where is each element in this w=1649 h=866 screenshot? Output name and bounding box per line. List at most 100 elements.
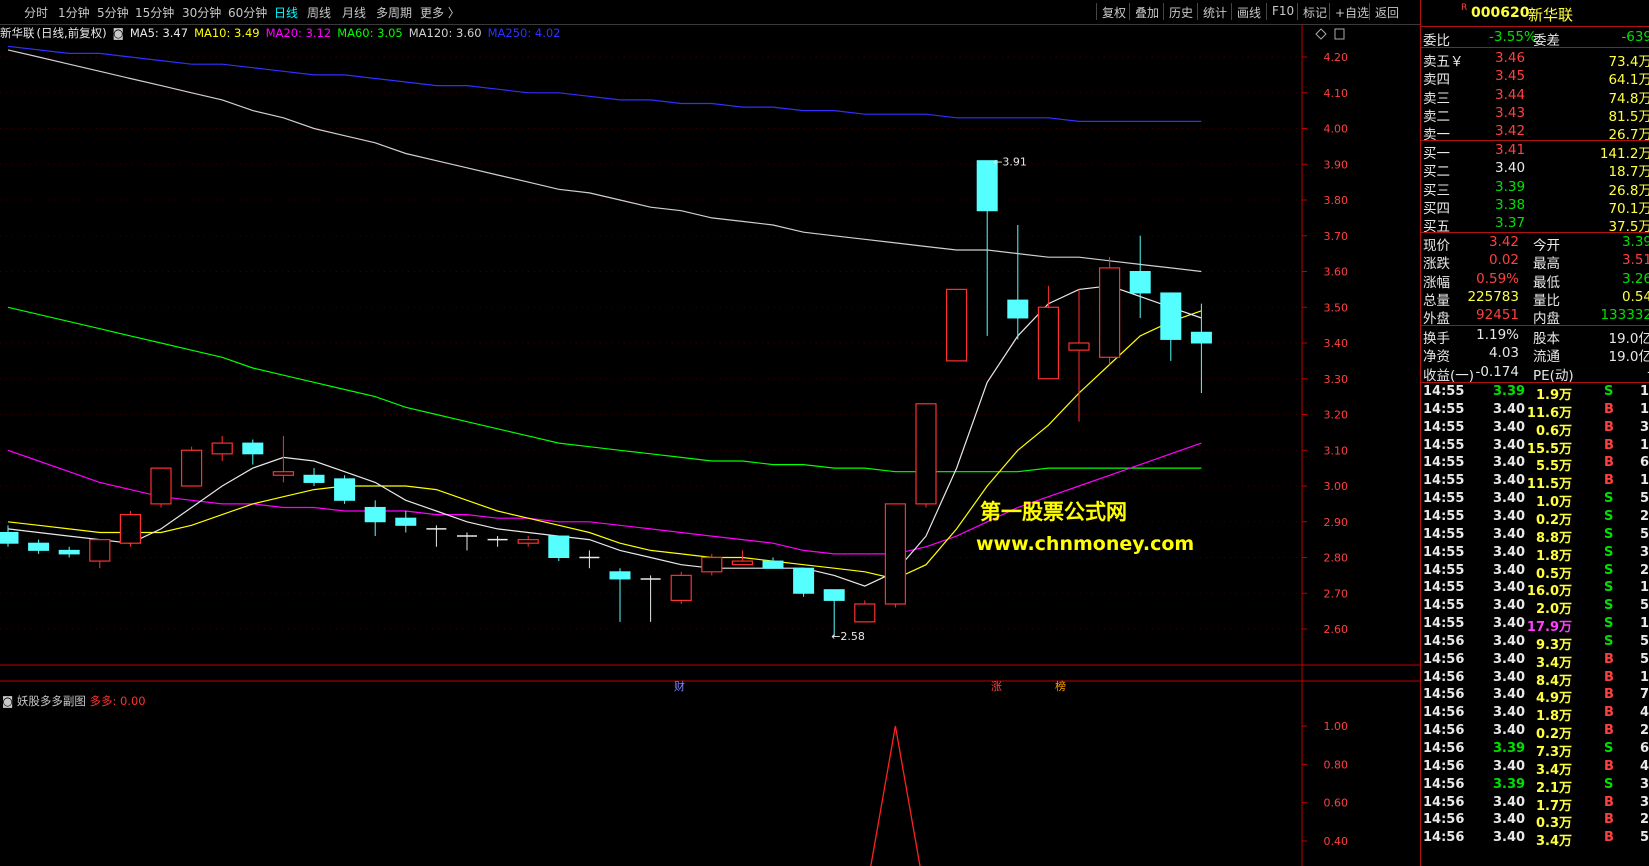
tick-volume: 11.6万 — [1526, 405, 1572, 421]
fund-value: 1.19% — [1476, 327, 1519, 343]
tick-row: 14:55 3.40 1.8万 S 3 — [1421, 544, 1649, 564]
tick-price: 3.40 — [1493, 562, 1526, 578]
stat-value: 3.51 — [1621, 252, 1649, 269]
tick-volume: 1.8万 — [1535, 709, 1572, 725]
candle-body — [1007, 299, 1029, 319]
candle-body — [1068, 342, 1090, 351]
tick-volume: 0.2万 — [1535, 727, 1572, 743]
tick-time: 14:55 — [1423, 580, 1465, 596]
price-tick-label: 3.60 — [1324, 266, 1349, 279]
quote-header: R 000620 新华联 — [1421, 0, 1649, 27]
kline-chart[interactable]: 4.20 4.10 4.00 3.90 3.80 3.70 3.60 3.50 3.40 3.30… — [0, 0, 1420, 866]
tick-price: 3.40 — [1493, 669, 1526, 685]
candle-body — [1098, 267, 1121, 358]
tick-row: 14:55 3.4017.9万 S 14 — [1421, 616, 1649, 636]
tick-row: 14:55 3.40 2.0万 S 5 — [1421, 598, 1649, 617]
tick-price: 3.40 — [1493, 544, 1526, 560]
tick-side: B — [1604, 830, 1614, 846]
tick-side: B — [1604, 437, 1614, 453]
buy-row-3: 买三 3.39 26.8万 — [1421, 178, 1649, 199]
tick-row: 14:56 3.40 0.3万 B 2 — [1421, 812, 1649, 831]
stat-value: 0.02 — [1488, 252, 1519, 269]
tick-price: 3.40 — [1493, 526, 1526, 542]
buy-price: 3.37 — [1495, 215, 1526, 232]
sub-chart-value: 多多: 0.00 — [89, 694, 146, 708]
tick-count: 2 — [1640, 562, 1649, 578]
price-tick-label: 3.10 — [1324, 444, 1349, 457]
tick-time: 14:55 — [1423, 526, 1465, 542]
tick-count: 5 — [1640, 651, 1649, 667]
sub-toggle-icon[interactable]: ◙ — [2, 694, 13, 708]
tick-row: 14:55 3.40 5.5万 B 6 — [1421, 455, 1649, 474]
tick-side: S — [1604, 491, 1614, 507]
candle-body — [701, 556, 723, 573]
tick-price: 3.40 — [1493, 473, 1526, 489]
tick-count: 2 — [1640, 812, 1649, 828]
tick-row: 14:56 3.40 3.4万 B 4 — [1421, 758, 1649, 778]
limit-up-marker[interactable]: 涨 — [990, 678, 1003, 694]
candle-body — [670, 574, 692, 601]
candle-body — [762, 560, 784, 569]
stat-row-4: 外盘 92451 内盘 133332 — [1421, 306, 1649, 327]
tick-price: 3.40 — [1493, 437, 1526, 453]
weicha-value: -639 — [1621, 29, 1649, 45]
candle-body — [517, 539, 539, 544]
tick-row: 14:56 3.40 3.4万 B 5 — [1421, 830, 1649, 849]
tick-volume: 0.2万 — [1535, 512, 1572, 528]
candle-body — [119, 513, 142, 544]
tick-time: 14:55 — [1423, 508, 1465, 524]
candle-body — [884, 503, 907, 605]
tick-time: 14:55 — [1423, 473, 1465, 489]
buy-row-5: 买五 3.37 37.5万 — [1421, 214, 1649, 235]
finance-marker[interactable]: 财 — [673, 678, 686, 694]
buy-row-4: 买四 3.38 70.1万 — [1421, 196, 1649, 217]
sell-row-2: 卖二 3.43 81.5万 — [1421, 104, 1649, 125]
tick-side: S — [1604, 562, 1614, 578]
tick-row: 14:56 3.39 2.1万 S 3 — [1421, 777, 1649, 796]
tick-row: 14:55 3.40 1.0万 S 5 — [1421, 491, 1649, 510]
tick-count: 11 — [1640, 580, 1649, 596]
sell-row-4: 卖四 3.45 64.1万 — [1421, 67, 1649, 88]
tick-side: B — [1604, 758, 1614, 774]
tick-count: 12 — [1640, 669, 1649, 685]
buy-price: 3.40 — [1495, 160, 1526, 177]
tick-side: B — [1604, 669, 1614, 685]
candle-body — [364, 506, 386, 523]
tick-volume: 3.4万 — [1535, 655, 1572, 671]
price-tick-label: 3.90 — [1324, 158, 1349, 171]
tick-side: S — [1604, 526, 1614, 542]
buy-price: 3.38 — [1495, 196, 1526, 213]
tick-row: 14:55 3.4011.5万 B 15 — [1421, 473, 1649, 492]
fund-label: PE(动) — [1533, 367, 1574, 384]
sell-price: 3.43 — [1495, 104, 1526, 121]
tick-price: 3.40 — [1493, 401, 1526, 417]
tick-count: 3 — [1640, 794, 1649, 810]
candle-body — [1129, 271, 1151, 294]
price-tick-label: 3.80 — [1324, 194, 1349, 207]
tick-row: 14:56 3.40 0.2万 B 2 — [1421, 723, 1649, 743]
candle-body — [915, 403, 937, 505]
tick-price: 3.40 — [1493, 598, 1526, 614]
tick-time: 14:56 — [1423, 687, 1465, 703]
buy-price: 3.39 — [1495, 178, 1526, 195]
list-marker[interactable]: 榜 — [1054, 678, 1067, 694]
ma250-line — [7, 45, 1202, 123]
candle-body — [0, 531, 19, 544]
price-tick-label: 3.20 — [1324, 409, 1349, 422]
tick-price: 3.40 — [1493, 812, 1526, 828]
sell-price: 3.45 — [1495, 68, 1526, 85]
tick-count: 2 — [1640, 508, 1649, 524]
tick-count: 1 — [1640, 384, 1649, 399]
tick-volume: 17.9万 — [1526, 620, 1572, 636]
tick-volume: 4.9万 — [1535, 691, 1572, 707]
candle-body — [58, 549, 80, 555]
diamond-icon — [1315, 28, 1327, 40]
tick-volume: 0.6万 — [1535, 423, 1572, 439]
tick-price: 3.40 — [1493, 508, 1526, 524]
tick-price: 3.40 — [1493, 651, 1526, 667]
tick-side: S — [1604, 544, 1614, 560]
fund-value: -0.174 — [1475, 363, 1519, 380]
tick-side: B — [1604, 794, 1614, 810]
sub-chart-legend: ◙ 妖股多多副图 多多: 0.00 — [2, 693, 146, 709]
tick-volume: 1.7万 — [1535, 798, 1572, 814]
